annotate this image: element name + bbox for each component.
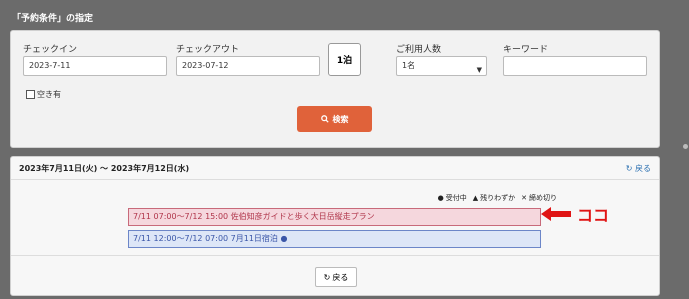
annotation: ココ	[541, 202, 609, 226]
vacancy-label: 空き有	[37, 90, 61, 99]
checkout-label: チェックアウト	[176, 45, 240, 55]
checkout-input[interactable]: 2023-07-12	[176, 56, 320, 76]
annotation-text: ココ	[577, 206, 610, 225]
vacancy-checkbox-row[interactable]: 空き有	[26, 89, 61, 100]
legend-few-left-label: 残りわずか	[480, 194, 516, 202]
checkin-input[interactable]: 2023-7-11	[23, 56, 167, 76]
back-link-top[interactable]: ↻ 戻る	[626, 163, 651, 174]
date-range: 2023年7月11日(火) ～ 2023年7月12日(水)	[19, 164, 190, 173]
search-panel: チェックイン 2023-7-11 チェックアウト 2023-07-12 1泊 ご…	[10, 30, 660, 148]
results-panel: 2023年7月11日(火) ～ 2023年7月12日(水) ↻ 戻る ● 受付中 …	[10, 156, 660, 296]
keyword-input[interactable]	[503, 56, 647, 76]
checkin-label: チェックイン	[23, 45, 78, 55]
legend-available: ● 受付中	[438, 193, 467, 203]
status-legend: ● 受付中 ▲ 残りわずか ✕ 締め切り	[438, 193, 557, 203]
guests-value: 1名	[402, 61, 416, 70]
divider	[11, 179, 659, 180]
back-icon: ↻	[625, 164, 633, 173]
section-title: 「予約条件」の指定	[12, 14, 94, 24]
guests-label: ご利用人数	[396, 45, 442, 55]
triangle-icon: ▲	[472, 194, 479, 202]
search-icon	[320, 115, 329, 123]
plan-item[interactable]: 7/11 12:00～7/12 07:00 7月11日宿泊 ●	[128, 230, 541, 248]
legend-available-label: 受付中	[445, 194, 467, 202]
back-link-top-label: 戻る	[635, 164, 651, 173]
plan-item[interactable]: 7/11 07:00～7/12 15:00 佐伯知彦ガイドと歩く大日岳縦走プラン	[128, 208, 541, 226]
guests-select[interactable]: 1名 ▼	[396, 56, 487, 76]
back-icon: ↻	[323, 272, 331, 282]
cross-icon: ✕	[521, 194, 527, 202]
arrow-left-icon	[541, 207, 571, 221]
circle-icon: ●	[437, 194, 444, 202]
nights-display: 1泊	[328, 43, 361, 76]
search-button-label: 検索	[332, 114, 349, 124]
edge-dot	[683, 144, 688, 149]
legend-few-left: ▲ 残りわずか	[473, 193, 515, 203]
chevron-down-icon: ▼	[476, 66, 482, 74]
vacancy-checkbox[interactable]	[26, 90, 35, 99]
search-button[interactable]: 検索	[297, 106, 372, 132]
back-button-bottom-label: 戻る	[332, 272, 349, 282]
keyword-label: キーワード	[503, 45, 549, 55]
back-button-bottom[interactable]: ↻ 戻る	[315, 267, 357, 287]
divider	[11, 255, 659, 256]
